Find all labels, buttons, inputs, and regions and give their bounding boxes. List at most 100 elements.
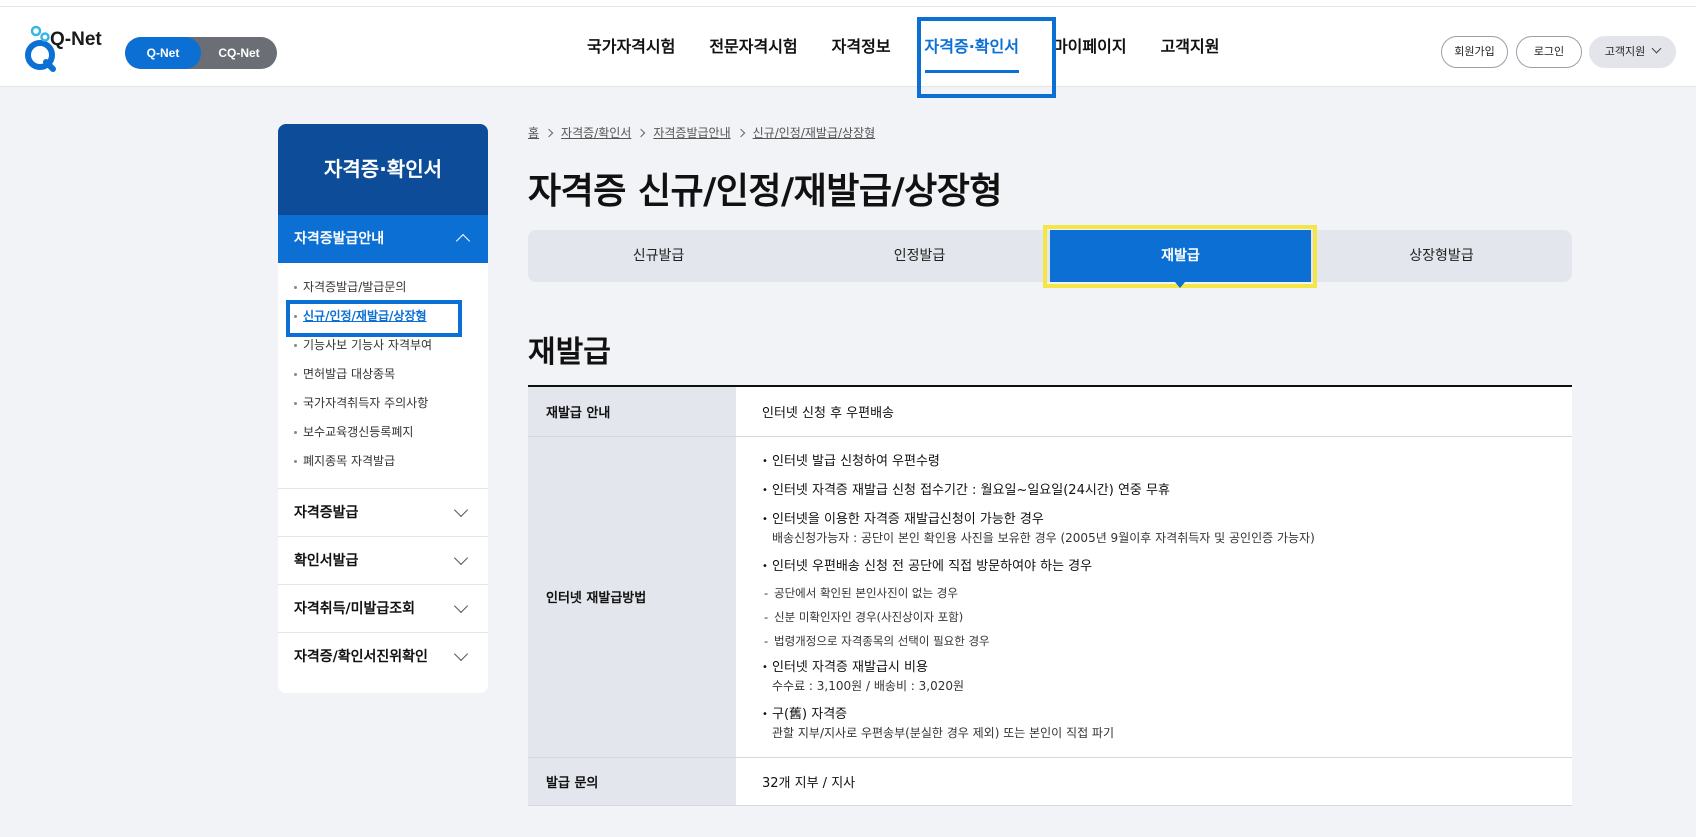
- chevron-right-icon: [736, 128, 745, 137]
- bullet-subtext: 배송신청가능자 : 공단이 본인 확인용 사진을 보유한 경우 (2005년 9…: [772, 530, 1315, 545]
- sidebar-group-issuance-guide[interactable]: 자격증발급안내: [278, 215, 488, 263]
- tab-new-issue[interactable]: 신규발급: [528, 230, 789, 282]
- chevron-down-icon: [453, 502, 469, 518]
- sidebar-sub-item[interactable]: 폐지종목 자격발급: [294, 447, 488, 476]
- method-bullet: 인터넷 우편배송 신청 전 공단에 직접 방문하여야 하는 경우: [762, 552, 1572, 581]
- chevron-down-icon: [453, 598, 469, 614]
- sidebar-sub-item[interactable]: 자격증발급/발급문의: [294, 273, 488, 302]
- sidebar-group-label: 확인서발급: [294, 553, 359, 569]
- section-title: 재발급: [528, 335, 611, 370]
- bullet-dot-icon: [294, 460, 297, 463]
- logo-text[interactable]: Q-Net: [50, 29, 102, 51]
- bullet-dot-icon: [294, 431, 297, 434]
- chevron-down-icon: [1651, 43, 1662, 54]
- sidebar: 자격증·확인서 자격증발급안내 자격증발급/발급문의 신규/인정/재발급/상장형…: [278, 124, 488, 693]
- method-bullet: 인터넷을 이용한 자격증 재발급신청이 가능한 경우배송신청가능자 : 공단이 …: [762, 505, 1572, 552]
- top-strip: [0, 0, 1696, 7]
- join-button[interactable]: 회원가입: [1441, 36, 1508, 68]
- bullet-dot-icon: [294, 315, 297, 318]
- nav-certificate[interactable]: 자격증·확인서: [908, 7, 1036, 87]
- sidebar-sub-label: 면허발급 대상종목: [303, 367, 396, 381]
- bullet-dot-icon: [294, 344, 297, 347]
- row-value: 32개 지부 / 지사: [736, 757, 1572, 806]
- support-dropdown-label: 고객지원: [1604, 45, 1646, 58]
- login-button[interactable]: 로그인: [1516, 36, 1582, 68]
- issue-type-tabs: 신규발급 인정발급 재발급 상장형발급: [528, 230, 1572, 282]
- switch-qnet[interactable]: Q-Net: [125, 37, 201, 69]
- main-nav: 국가자격시험 전문자격시험 자격정보 자격증·확인서 마이페이지 고객지원: [570, 7, 1236, 87]
- sidebar-sub-list: 자격증발급/발급문의 신규/인정/재발급/상장형 기능사보 기능사 자격부여 면…: [278, 263, 488, 489]
- sidebar-group-label: 자격취득/미발급조회: [294, 601, 416, 617]
- chevron-up-icon: [455, 233, 471, 249]
- nav-mypage[interactable]: 마이페이지: [1036, 7, 1144, 87]
- bullet-text: 인터넷 발급 신청하여 우편수령: [772, 453, 940, 469]
- sidebar-group-label: 자격증발급안내: [294, 231, 385, 247]
- method-bullet: 인터넷 발급 신청하여 우편수령: [762, 447, 1572, 476]
- breadcrumb-item[interactable]: 자격증발급안내: [653, 124, 730, 141]
- reissue-info-table: 재발급 안내 인터넷 신청 후 우편배송 인터넷 재발급방법 인터넷 발급 신청…: [528, 385, 1572, 806]
- sidebar-sub-item[interactable]: 기능사보 기능사 자격부여: [294, 331, 488, 360]
- chevron-right-icon: [544, 128, 554, 137]
- breadcrumb-item[interactable]: 자격증/확인서: [561, 124, 631, 141]
- chevron-down-icon: [453, 646, 469, 662]
- nav-customer-support[interactable]: 고객지원: [1144, 7, 1237, 87]
- bullet-subtext: 관할 지부/지사로 우편송부(분실한 경우 제외) 또는 본인이 직접 파기: [772, 725, 1115, 740]
- site-switch: Q-Net CQ-Net: [125, 37, 277, 69]
- tab-certificate-form-issue[interactable]: 상장형발급: [1311, 230, 1572, 282]
- bullet-text: 인터넷 우편배송 신청 전 공단에 직접 방문하여야 하는 경우: [772, 558, 1093, 574]
- sidebar-sub-item[interactable]: 국가자격취득자 주의사항: [294, 389, 488, 418]
- breadcrumb: 홈 자격증/확인서 자격증발급안내 신규/인정/재발급/상장형: [528, 124, 875, 141]
- row-label: 재발급 안내: [528, 386, 736, 437]
- support-dropdown[interactable]: 고객지원: [1589, 36, 1676, 68]
- bullet-text: 인터넷을 이용한 자격증 재발급신청이 가능한 경우: [772, 511, 1044, 527]
- sidebar-sub-item[interactable]: 보수교육갱신등록폐지: [294, 418, 488, 447]
- row-label: 인터넷 재발급방법: [528, 436, 736, 758]
- chevron-down-icon: [453, 550, 469, 566]
- tab-reissue[interactable]: 재발급: [1050, 230, 1311, 282]
- row-label: 발급 문의: [528, 757, 736, 806]
- bullet-dot-icon: [294, 286, 297, 289]
- method-bullet: 인터넷 자격증 재발급 신청 접수기간 : 월요일~일요일(24시간) 연중 무…: [762, 476, 1572, 505]
- nav-professional-exam[interactable]: 전문자격시험: [692, 7, 814, 87]
- breadcrumb-home[interactable]: 홈: [528, 124, 539, 141]
- sidebar-group-cert-issue[interactable]: 자격증발급: [278, 489, 488, 537]
- method-dash-item: 공단에서 확인된 본인사진이 없는 경우: [762, 581, 1572, 605]
- sidebar-sub-label: 폐지종목 자격발급: [303, 454, 396, 468]
- sidebar-group-confirm-issue[interactable]: 확인서발급: [278, 537, 488, 585]
- sidebar-sub-label: 국가자격취득자 주의사항: [303, 396, 429, 410]
- sidebar-group-label: 자격증/확인서진위확인: [294, 649, 428, 665]
- bullet-dot-icon: [294, 373, 297, 376]
- method-list: 인터넷 발급 신청하여 우편수령 인터넷 자격증 재발급 신청 접수기간 : 월…: [762, 437, 1572, 757]
- sidebar-sub-label: 신규/인정/재발급/상장형: [303, 309, 427, 323]
- sidebar-sub-item[interactable]: 면허발급 대상종목: [294, 360, 488, 389]
- sidebar-group-acquisition-lookup[interactable]: 자격취득/미발급조회: [278, 585, 488, 633]
- table-row: 재발급 안내 인터넷 신청 후 우편배송: [528, 386, 1572, 437]
- method-dash-item: 법령개정으로 자격종목의 선택이 필요한 경우: [762, 629, 1572, 653]
- bullet-dot-icon: [294, 402, 297, 405]
- tab-pointer-icon: [1175, 282, 1185, 288]
- method-bullet: 구(舊) 자격증관할 지부/지사로 우편송부(분실한 경우 제외) 또는 본인이…: [762, 700, 1572, 747]
- method-bullet: 인터넷 자격증 재발급시 비용수수료 : 3,100원 / 배송비 : 3,02…: [762, 653, 1572, 700]
- sidebar-group-authenticity-check[interactable]: 자격증/확인서진위확인: [278, 633, 488, 681]
- nav-qualification-info[interactable]: 자격정보: [815, 7, 908, 87]
- table-row: 인터넷 재발급방법 인터넷 발급 신청하여 우편수령 인터넷 자격증 재발급 신…: [528, 436, 1572, 758]
- chevron-right-icon: [637, 128, 646, 137]
- sidebar-sub-label: 보수교육갱신등록폐지: [303, 425, 414, 439]
- switch-cqnet[interactable]: CQ-Net: [201, 37, 277, 69]
- bullet-text: 인터넷 자격증 재발급 신청 접수기간 : 월요일~일요일(24시간) 연중 무…: [772, 482, 1170, 498]
- table-row: 발급 문의 32개 지부 / 지사: [528, 757, 1572, 806]
- sidebar-group-label: 자격증발급: [294, 505, 359, 521]
- row-value-method: 인터넷 발급 신청하여 우편수령 인터넷 자격증 재발급 신청 접수기간 : 월…: [736, 436, 1572, 758]
- bullet-text: 구(舊) 자격증: [772, 706, 848, 722]
- method-dash-item: 신분 미확인자인 경우(사진상이자 포함): [762, 605, 1572, 629]
- sidebar-sub-label: 자격증발급/발급문의: [303, 280, 407, 294]
- tab-recognition-issue[interactable]: 인정발급: [789, 230, 1050, 282]
- bullet-text: 인터넷 자격증 재발급시 비용: [772, 659, 928, 675]
- breadcrumb-current[interactable]: 신규/인정/재발급/상장형: [753, 124, 876, 141]
- bullet-subtext: 수수료 : 3,100원 / 배송비 : 3,020원: [772, 678, 965, 693]
- sidebar-title: 자격증·확인서: [278, 124, 488, 215]
- sidebar-sub-label: 기능사보 기능사 자격부여: [303, 338, 433, 352]
- sidebar-sub-item-current[interactable]: 신규/인정/재발급/상장형: [294, 302, 488, 331]
- row-value: 인터넷 신청 후 우편배송: [736, 386, 1572, 437]
- nav-national-exam[interactable]: 국가자격시험: [570, 7, 692, 87]
